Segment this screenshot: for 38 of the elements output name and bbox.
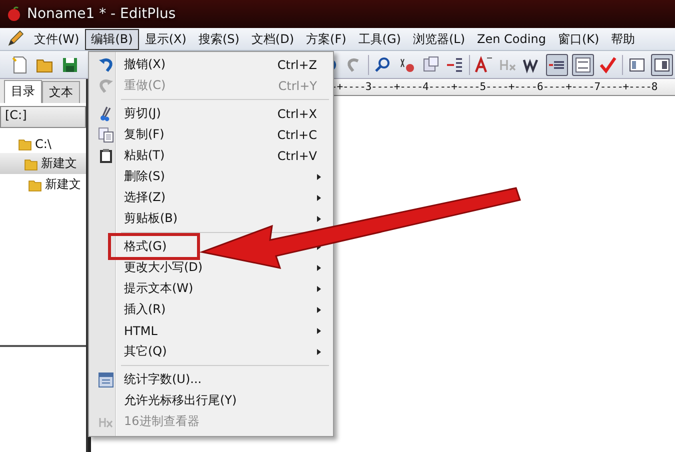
- shortcut-text: Ctrl+C: [277, 128, 317, 142]
- menu-item[interactable]: 帮助: [605, 28, 642, 50]
- drive-dropdown[interactable]: [C:]: [0, 106, 86, 128]
- shortcut-text: Ctrl+X: [277, 106, 317, 120]
- menu-item[interactable]: 删除(S): [91, 166, 331, 187]
- shortcut-text: Ctrl+Z: [277, 58, 317, 72]
- tab[interactable]: 目录: [4, 80, 42, 103]
- menu-item[interactable]: 格式(G): [91, 236, 331, 257]
- tree-item[interactable]: 新建文: [0, 174, 86, 195]
- menu-item[interactable]: 提示文本(W): [91, 278, 331, 299]
- menu-item[interactable]: 粘贴(T) Ctrl+V: [91, 145, 331, 166]
- menu-item[interactable]: 方案(F): [300, 28, 352, 50]
- menu-item[interactable]: 编辑(B): [85, 28, 139, 50]
- menu-item[interactable]: HTML: [91, 320, 331, 341]
- menu-item[interactable]: 剪贴板(B): [91, 208, 331, 229]
- menu-item[interactable]: 搜索(S): [192, 28, 246, 50]
- menu-item[interactable]: 文件(W): [28, 28, 86, 50]
- menu-item[interactable]: 选择(Z): [91, 187, 331, 208]
- menu-item[interactable]: 统计字数(U)...: [91, 369, 331, 390]
- menu-item[interactable]: 文档(D): [245, 28, 300, 50]
- tree-item[interactable]: C:\: [0, 135, 86, 153]
- menu-item[interactable]: 浏览器(L): [406, 28, 472, 50]
- tree-item[interactable]: 新建文: [0, 153, 86, 174]
- menu-item[interactable]: 允许光标移出行尾(Y): [91, 390, 331, 411]
- menu-item[interactable]: 窗口(K): [552, 28, 606, 50]
- tab[interactable]: 文本: [42, 81, 80, 103]
- menu-item[interactable]: 复制(F) Ctrl+C: [91, 124, 331, 145]
- menu-item[interactable]: 剪切(J) Ctrl+X: [91, 103, 331, 124]
- menu-item[interactable]: 工具(G): [352, 28, 407, 50]
- menu-item[interactable]: Zen Coding: [471, 30, 552, 48]
- menu-item[interactable]: 撤销(X) Ctrl+Z: [91, 54, 331, 75]
- menu-item[interactable]: 更改大小写(D): [91, 257, 331, 278]
- shortcut-text: Ctrl+Y: [278, 78, 317, 92]
- menu-item[interactable]: 显示(X): [138, 28, 192, 50]
- menu-item[interactable]: 插入(R): [91, 299, 331, 320]
- menu-item[interactable]: 其它(Q): [91, 341, 331, 362]
- shortcut-text: Ctrl+V: [277, 148, 317, 162]
- window-title: Noname1 * - EditPlus: [27, 6, 176, 22]
